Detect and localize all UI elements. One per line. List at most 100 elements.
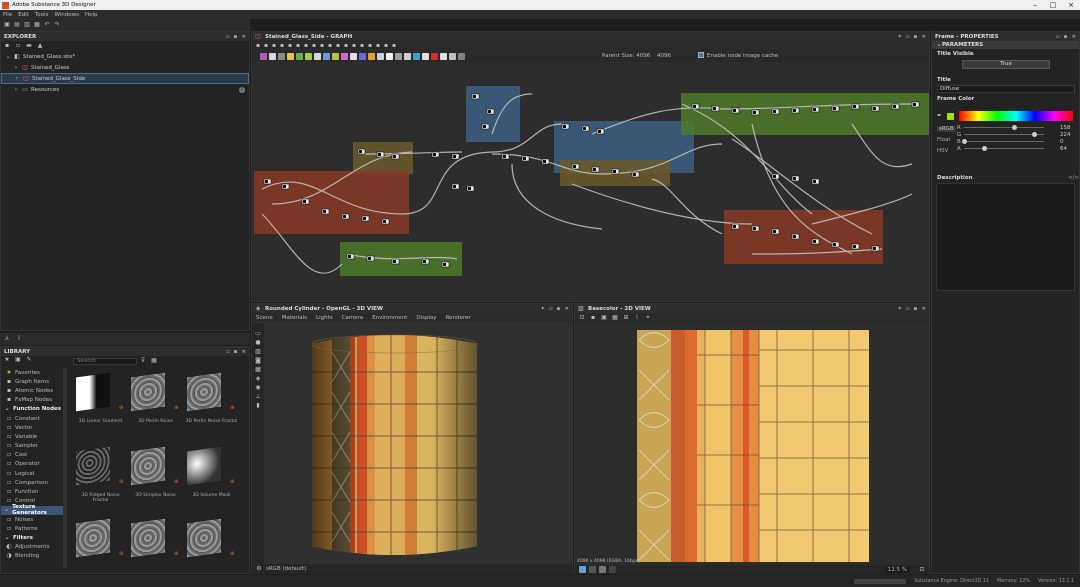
crop-icon[interactable]: ⊡ [579, 315, 585, 321]
lib-function[interactable]: Function [15, 489, 38, 495]
tree-item-graph[interactable]: › ◫ Stained_Glass [1, 62, 249, 73]
close-panel-icon[interactable]: × [241, 349, 246, 355]
graph-tool-icon[interactable]: ▪ [375, 43, 381, 49]
graph-tool-icon[interactable]: ▪ [255, 43, 261, 49]
cylinder-render[interactable] [307, 332, 487, 562]
menu-materials[interactable]: Materials [282, 315, 307, 321]
library-scrollbar[interactable] [63, 368, 67, 568]
graph-tool-icon[interactable]: ▪ [343, 43, 349, 49]
redo-icon[interactable]: ↷ [54, 22, 60, 28]
star-icon[interactable]: ★ [4, 357, 10, 363]
lib-vector[interactable]: Vector [15, 425, 33, 431]
lib-patterns[interactable]: Patterns [15, 526, 38, 532]
node-type-icon[interactable] [296, 53, 303, 60]
parent-size-label[interactable]: Parent Size: 4096 [602, 53, 650, 59]
lib-adjustments[interactable]: Adjustments [15, 544, 49, 550]
node-type-icon[interactable] [377, 53, 384, 60]
node-type-icon[interactable] [422, 53, 429, 60]
channel-value[interactable]: 64 [1060, 146, 1067, 152]
node-type-icon[interactable] [305, 53, 312, 60]
hierarchy-icon[interactable]: ⅄ [4, 336, 10, 342]
graph-tool-icon[interactable]: ▪ [335, 43, 341, 49]
eyedropper-icon[interactable]: ✒ [937, 113, 944, 120]
color-mode-srgb[interactable]: sRGB [937, 126, 956, 132]
channel-value[interactable]: 224 [1060, 132, 1071, 138]
save-icon[interactable]: ▪ [4, 43, 10, 49]
tree-item-resources[interactable]: › ▭ Resources i [1, 84, 249, 95]
graph-frame[interactable] [254, 171, 409, 234]
lib-filters[interactable]: Filters [13, 535, 33, 541]
library-thumb[interactable]: 3D Ridged Noise Fractal ⊕ [73, 445, 128, 507]
grid-icon[interactable]: ▦ [255, 367, 261, 373]
library-thumb[interactable]: ⊕ [73, 517, 128, 579]
close-panel-icon[interactable]: × [241, 34, 246, 40]
colorspace-select[interactable]: sRGB (default) [266, 566, 306, 572]
save-image-icon[interactable]: ▪ [590, 315, 596, 321]
channel-slider[interactable] [964, 127, 1044, 128]
menu-environment[interactable]: Environment [372, 315, 407, 321]
tree-item-package[interactable]: ⌄ ◧ Stained_Glass.sbs* [1, 51, 249, 62]
node-type-icon[interactable] [404, 53, 411, 60]
publish-icon[interactable]: ▲ [37, 43, 43, 49]
maximize-panel-icon[interactable]: ▪ [234, 349, 238, 355]
library-thumb[interactable]: 3D Linear Gradient ⊕ [73, 371, 128, 433]
lib-fxmap[interactable]: FxMap Nodes [15, 397, 52, 403]
lib-graph-items[interactable]: Graph Items [15, 379, 49, 385]
slider-handle[interactable] [1031, 132, 1037, 137]
graph-tool-icon[interactable]: ▪ [327, 43, 333, 49]
menu-tools[interactable]: Tools [35, 12, 49, 18]
lib-comparison[interactable]: Comparison [15, 480, 48, 486]
maximize-panel-icon[interactable]: ▪ [1064, 34, 1068, 40]
title-input[interactable]: Diffuse [937, 85, 1075, 93]
node-type-icon[interactable] [287, 53, 294, 60]
chevron-down-icon[interactable]: ⌄ [4, 406, 10, 412]
chevron-right-icon[interactable]: › [13, 64, 19, 71]
maximize-panel-icon[interactable]: ▪ [557, 306, 561, 312]
library-thumb[interactable]: ⊕ [184, 517, 239, 579]
graph-tool-icon[interactable]: ▪ [359, 43, 365, 49]
snapshot-icon[interactable]: ◙ [255, 358, 261, 364]
settings-icon[interactable]: ⚙ [256, 566, 262, 572]
graph-tool-icon[interactable]: ▪ [383, 43, 389, 49]
minimize-icon[interactable]: – [1026, 1, 1044, 9]
fit-icon[interactable]: ⊡ [919, 566, 925, 573]
node-type-icon[interactable] [368, 53, 375, 60]
menu-edit[interactable]: Edit [18, 12, 29, 18]
background-icon[interactable] [609, 566, 616, 573]
slider-handle[interactable] [982, 146, 987, 151]
maximize-panel-icon[interactable]: ▪ [914, 306, 918, 312]
node-type-icon[interactable] [278, 53, 285, 60]
menu-lights[interactable]: Lights [316, 315, 333, 321]
description-textarea[interactable] [936, 183, 1075, 291]
output-size-label[interactable]: 4096 [657, 53, 671, 59]
pick-icon[interactable]: ⌖ [645, 315, 651, 321]
close-panel-icon[interactable]: × [564, 306, 569, 312]
axis-icon[interactable]: ⟂ [255, 394, 261, 400]
graph-tool-icon[interactable]: ▪ [351, 43, 357, 49]
graph-frame[interactable] [724, 210, 883, 264]
library-thumb[interactable]: ⊕ [128, 517, 183, 579]
node-type-icon[interactable] [269, 53, 276, 60]
pin-icon[interactable]: ✦ [897, 34, 902, 40]
channel-rgb-icon[interactable] [579, 566, 586, 573]
color-mode-float[interactable]: Float [937, 137, 951, 143]
slider-handle[interactable] [962, 139, 967, 144]
lib-cast[interactable]: Cast [15, 452, 27, 458]
code-icon[interactable]: </> [1068, 175, 1079, 181]
copy-icon[interactable]: ▣ [601, 315, 607, 321]
lib-operator[interactable]: Operator [15, 461, 40, 467]
close-icon[interactable]: × [1062, 1, 1080, 9]
save-icon[interactable]: ▥ [24, 22, 30, 28]
node-type-icon[interactable] [458, 53, 465, 60]
cache-label[interactable]: Enable node image cache [707, 53, 778, 59]
lib-favorites[interactable]: Favorites [15, 370, 40, 376]
camera-icon[interactable]: ▭ [255, 331, 261, 337]
close-panel-icon[interactable]: × [921, 306, 926, 312]
color-mode-hsv[interactable]: HSV [937, 148, 948, 154]
menu-renderer[interactable]: Renderer [446, 315, 471, 321]
node-type-icon[interactable] [413, 53, 420, 60]
title-visible-toggle[interactable]: True [962, 60, 1050, 69]
graph-frame[interactable] [681, 93, 929, 135]
graph-tool-icon[interactable]: ▪ [295, 43, 301, 49]
graph-tool-icon[interactable]: ▪ [319, 43, 325, 49]
